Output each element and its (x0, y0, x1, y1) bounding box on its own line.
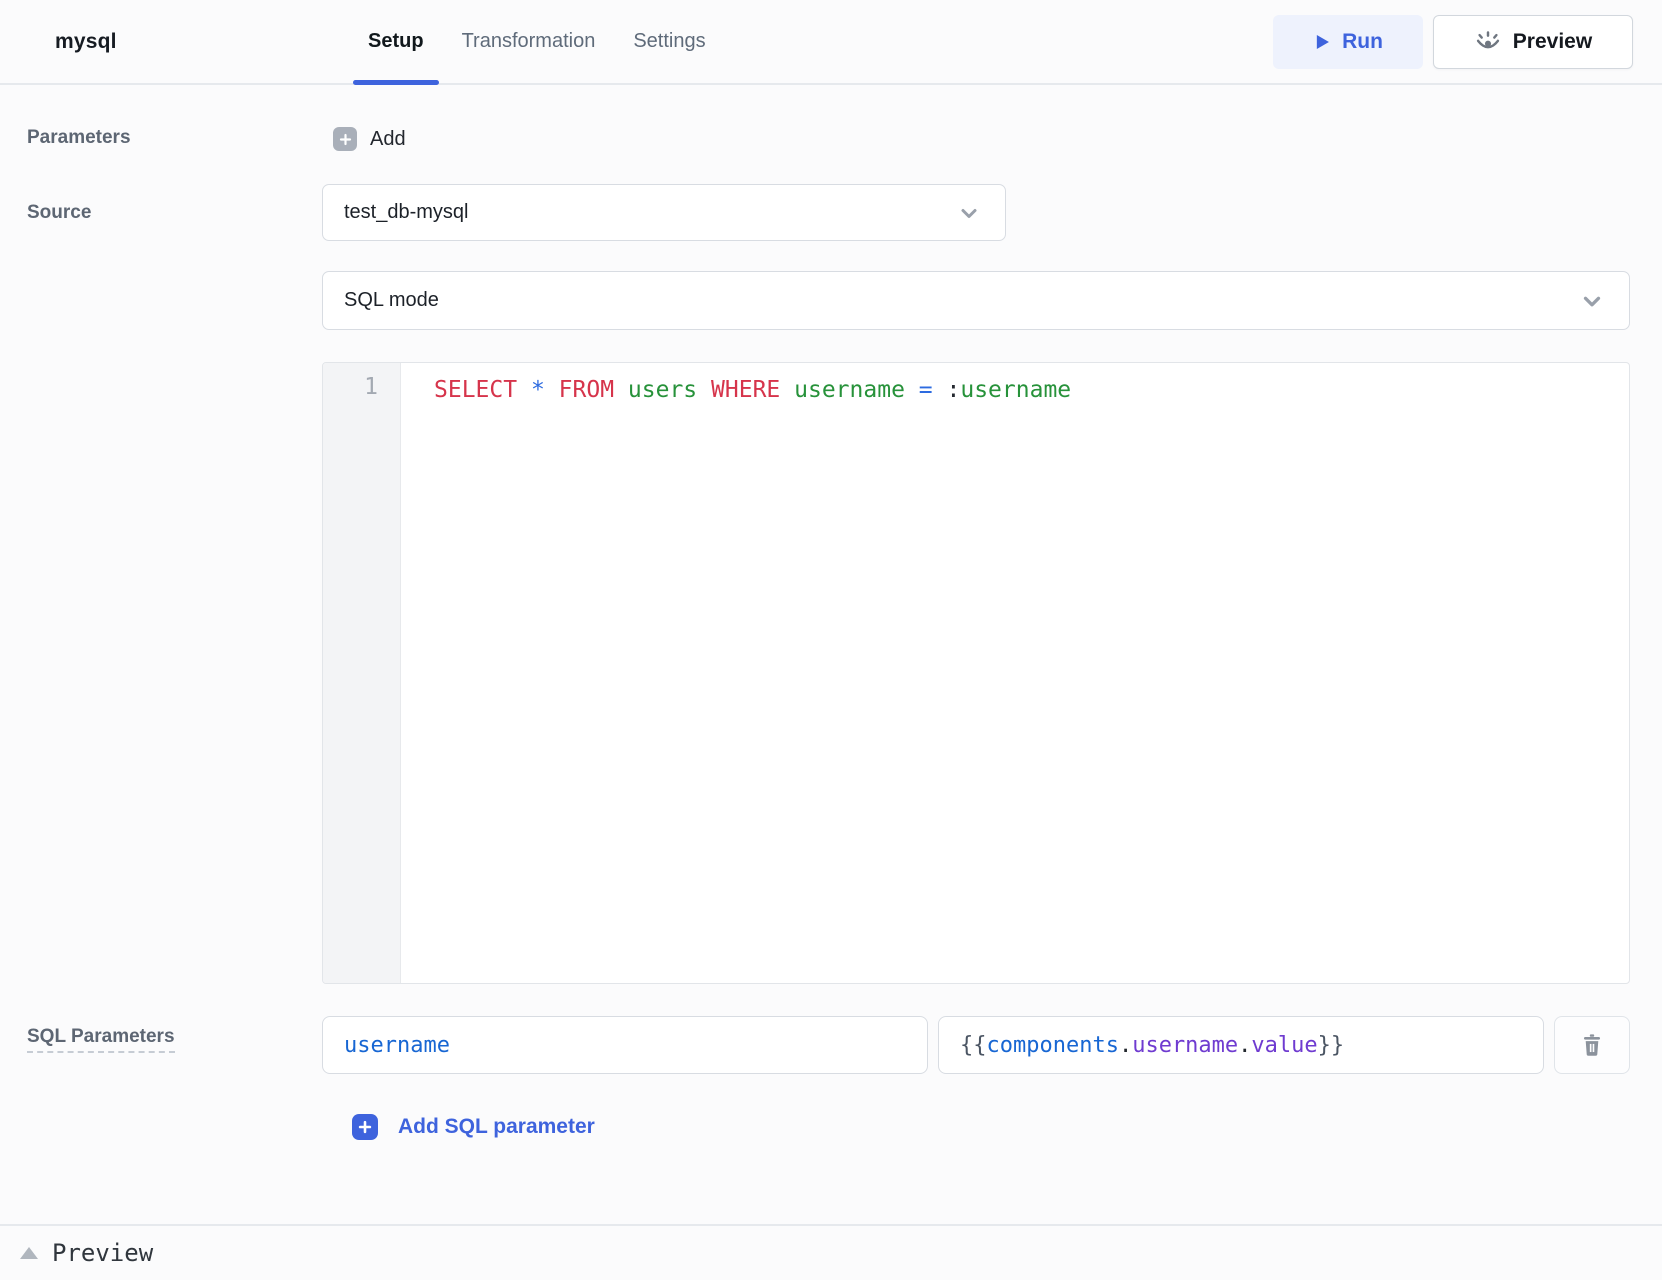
play-icon (1313, 33, 1331, 51)
add-sql-parameter-button[interactable]: Add SQL parameter (352, 1114, 595, 1140)
sql-parameters-label: SQL Parameters (27, 1026, 175, 1053)
header-actions: Run Preview (1273, 15, 1633, 69)
chevron-down-icon (1579, 288, 1605, 314)
preview-button[interactable]: Preview (1433, 15, 1633, 69)
tab-bar: Setup Transformation Settings (353, 0, 721, 83)
parameters-label: Parameters (27, 127, 131, 149)
line-number: 1 (323, 374, 378, 400)
tab-transformation[interactable]: Transformation (447, 0, 611, 83)
triangle-up-icon (20, 1247, 38, 1259)
plus-icon (333, 127, 357, 151)
add-sql-parameter-label: Add SQL parameter (398, 1115, 595, 1139)
tab-setup[interactable]: Setup (353, 0, 439, 83)
chevron-down-icon (957, 201, 981, 225)
query-editor-panel: mysql Setup Transformation Settings Run (0, 0, 1662, 1280)
source-select-value: test_db-mysql (344, 201, 469, 224)
sql-mode-row: SQL mode (0, 271, 1662, 330)
add-parameter-button[interactable]: Add (333, 127, 406, 151)
run-button-label: Run (1342, 30, 1383, 54)
sql-mode-select[interactable]: SQL mode (322, 271, 1630, 330)
sql-parameters-row: SQL Parameters username {{components.use… (0, 1016, 1662, 1074)
sql-parameter-value-input[interactable]: {{components.username.value}} (938, 1016, 1544, 1074)
code-editor-row: 1 SELECT * FROM users WHERE username = :… (0, 362, 1662, 984)
add-sql-parameter-row: Add SQL parameter (0, 1114, 1662, 1140)
query-title: mysql (55, 30, 117, 54)
tab-settings[interactable]: Settings (618, 0, 720, 83)
setup-tab-content: Parameters Add Source test_db-mysql (0, 85, 1662, 1280)
editor-code-line[interactable]: SELECT * FROM users WHERE username = :us… (401, 363, 1629, 983)
delete-sql-parameter-button[interactable] (1554, 1016, 1630, 1074)
source-label: Source (27, 202, 91, 224)
preview-panel-label: Preview (52, 1239, 153, 1267)
preview-panel-toggle[interactable]: Preview (0, 1224, 1662, 1280)
sql-code-editor[interactable]: 1 SELECT * FROM users WHERE username = :… (322, 362, 1630, 984)
trash-icon (1579, 1032, 1605, 1058)
source-row: Source test_db-mysql (0, 184, 1662, 241)
eye-icon (1474, 28, 1502, 56)
add-parameter-label: Add (370, 128, 406, 151)
parameters-row: Parameters Add (0, 127, 1662, 153)
editor-gutter: 1 (323, 363, 401, 983)
header: mysql Setup Transformation Settings Run (0, 0, 1662, 85)
run-button[interactable]: Run (1273, 15, 1423, 69)
source-select[interactable]: test_db-mysql (322, 184, 1006, 241)
sql-parameter-row: username {{components.username.value}} (322, 1016, 1630, 1074)
sql-parameter-key-input[interactable]: username (322, 1016, 928, 1074)
plus-icon (352, 1114, 378, 1140)
preview-button-label: Preview (1513, 30, 1592, 54)
sql-mode-select-value: SQL mode (344, 289, 439, 312)
